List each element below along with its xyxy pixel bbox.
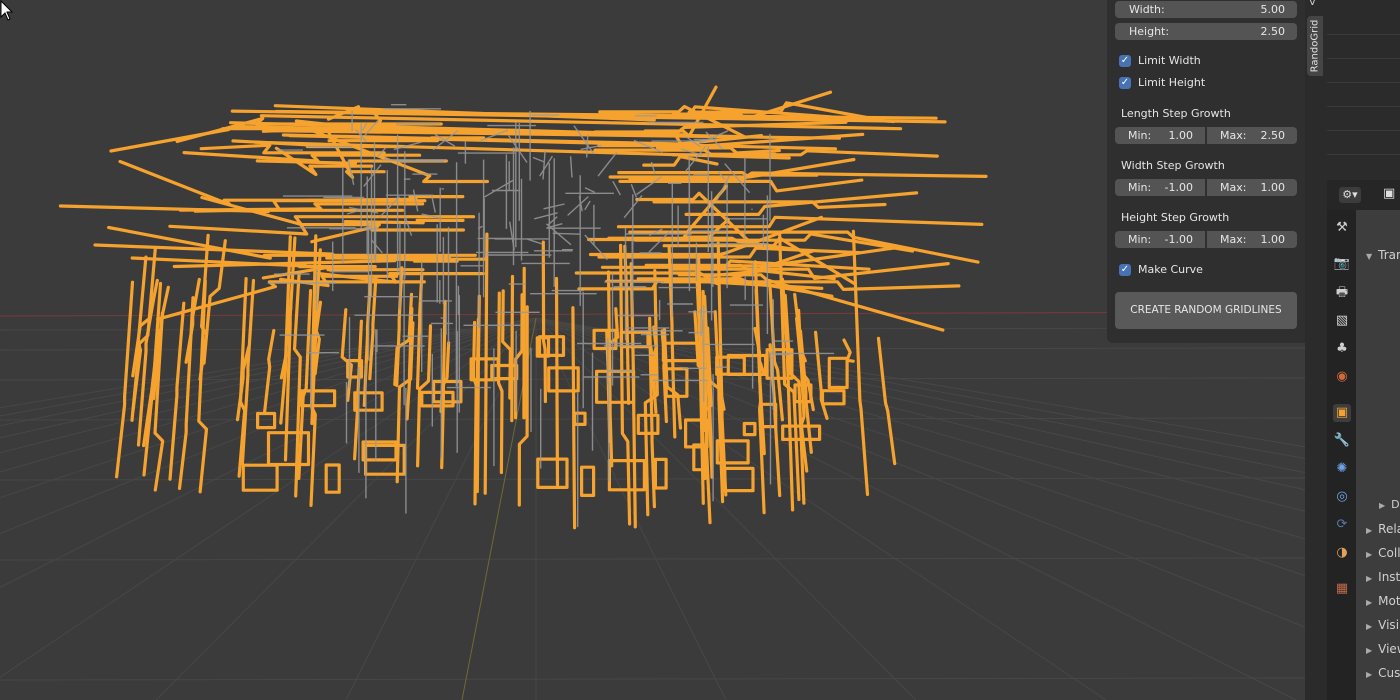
- width-min-field[interactable]: Min: -1.00: [1115, 179, 1205, 196]
- render-icon[interactable]: 📷: [1333, 255, 1351, 273]
- min-label: Min:: [1128, 233, 1152, 246]
- constraints-icon[interactable]: ⟳: [1333, 516, 1351, 534]
- height-step-range: Min: -1.00 Max: 1.00: [1115, 231, 1297, 248]
- editor-type-icon[interactable]: ⚙▾: [1339, 187, 1361, 203]
- section-motion-paths[interactable]: ▶Moti: [1366, 594, 1400, 608]
- collapsed-triangle-icon: ▶: [1379, 501, 1386, 510]
- min-label: Min:: [1128, 181, 1152, 194]
- texture-checker-icon[interactable]: ▦: [1333, 580, 1351, 598]
- expanded-triangle-icon: ▼: [1366, 252, 1373, 261]
- collapsed-triangle-icon: ▶: [1366, 526, 1373, 535]
- limit-width-label: Limit Width: [1138, 54, 1201, 67]
- min-value: -1.00: [1164, 233, 1193, 246]
- max-label: Max:: [1220, 181, 1247, 194]
- collapsed-triangle-icon: ▶: [1366, 574, 1373, 583]
- sidebar-tab-view[interactable]: V: [1309, 0, 1316, 8]
- collapsed-triangle-icon: ▶: [1366, 550, 1373, 559]
- height-step-heading: Height Step Growth: [1121, 211, 1230, 224]
- checkmark-icon: ✓: [1119, 264, 1131, 276]
- selected-gridlines-outline: [58, 85, 988, 530]
- section-collections[interactable]: ▶ Coll: [1366, 546, 1400, 560]
- material-icon[interactable]: ◑: [1333, 544, 1351, 562]
- collapsed-triangle-icon: ▶: [1366, 646, 1373, 655]
- length-step-range: Min: 1.00 Max: 2.50: [1115, 127, 1297, 144]
- modifier-wrench-icon[interactable]: 🔧: [1333, 432, 1351, 450]
- outliner-region[interactable]: [1327, 0, 1400, 180]
- width-label: Width:: [1129, 3, 1165, 16]
- sidebar-tab-randogrid[interactable]: RandoGrid: [1307, 16, 1323, 76]
- max-value: 1.00: [1260, 181, 1286, 194]
- output-icon[interactable]: 🖶: [1333, 284, 1351, 302]
- length-step-heading: Length Step Growth: [1121, 107, 1231, 120]
- width-step-range: Min: -1.00 Max: 1.00: [1115, 179, 1297, 196]
- tool-icon[interactable]: ⚒: [1333, 219, 1351, 237]
- checkmark-icon: ✓: [1119, 55, 1131, 67]
- checkmark-icon: ✓: [1119, 77, 1131, 89]
- max-value: 2.50: [1260, 129, 1286, 142]
- sidebar-tab-strip: [1305, 0, 1327, 700]
- width-value: 5.00: [1260, 3, 1286, 16]
- section-custom-properties[interactable]: ▶Cust: [1366, 666, 1400, 680]
- min-label: Min:: [1128, 129, 1152, 142]
- make-curve-label: Make Curve: [1138, 263, 1203, 276]
- min-value: -1.00: [1164, 181, 1193, 194]
- height-value: 2.50: [1260, 25, 1286, 38]
- height-label: Height:: [1129, 25, 1170, 38]
- section-viewport-display[interactable]: ▶View: [1366, 642, 1400, 656]
- max-value: 1.00: [1260, 233, 1286, 246]
- section-transform[interactable]: ▼ Tran: [1366, 248, 1400, 262]
- particles-icon[interactable]: ✺: [1333, 460, 1351, 478]
- section-visibility[interactable]: ▶ Visi: [1366, 618, 1399, 632]
- height-min-field[interactable]: Min: -1.00: [1115, 231, 1205, 248]
- scene-icon[interactable]: ♣: [1333, 340, 1351, 358]
- mouse-cursor-icon: [0, 0, 14, 21]
- sidebar-tab-label: RandoGrid: [1309, 19, 1321, 73]
- max-label: Max:: [1220, 233, 1247, 246]
- length-min-field[interactable]: Min: 1.00: [1115, 127, 1205, 144]
- height-field[interactable]: Height: 2.50: [1115, 23, 1297, 40]
- collapsed-triangle-icon: ▶: [1366, 622, 1373, 631]
- length-max-field[interactable]: Max: 2.50: [1207, 127, 1297, 144]
- physics-icon[interactable]: ◎: [1333, 488, 1351, 506]
- section-delta[interactable]: ▶ D: [1379, 498, 1400, 511]
- height-max-field[interactable]: Max: 1.00: [1207, 231, 1297, 248]
- width-max-field[interactable]: Max: 1.00: [1207, 179, 1297, 196]
- width-field[interactable]: Width: 5.00: [1115, 1, 1297, 18]
- section-instancing[interactable]: ▶Insta: [1366, 570, 1400, 584]
- max-label: Max:: [1220, 129, 1247, 142]
- limit-height-label: Limit Height: [1138, 76, 1206, 89]
- collapsed-triangle-icon: ▶: [1366, 598, 1373, 607]
- object-properties-icon[interactable]: ▣: [1333, 404, 1351, 422]
- view-layer-icon[interactable]: ▧: [1333, 312, 1351, 330]
- collapsed-triangle-icon: ▶: [1366, 670, 1373, 679]
- properties-header: ⚙▾ ▣: [1327, 180, 1400, 210]
- world-icon[interactable]: ◉: [1333, 368, 1351, 386]
- create-random-gridlines-button[interactable]: CREATE RANDOM GRIDLINES: [1115, 292, 1297, 329]
- object-mode-icon[interactable]: ▣: [1383, 185, 1400, 203]
- min-value: 1.00: [1168, 129, 1194, 142]
- width-step-heading: Width Step Growth: [1121, 159, 1225, 172]
- randogrid-panel: Width: 5.00 Height: 2.50 ✓ Limit Width ✓…: [1107, 0, 1305, 343]
- section-relations[interactable]: ▶Rela: [1366, 522, 1400, 536]
